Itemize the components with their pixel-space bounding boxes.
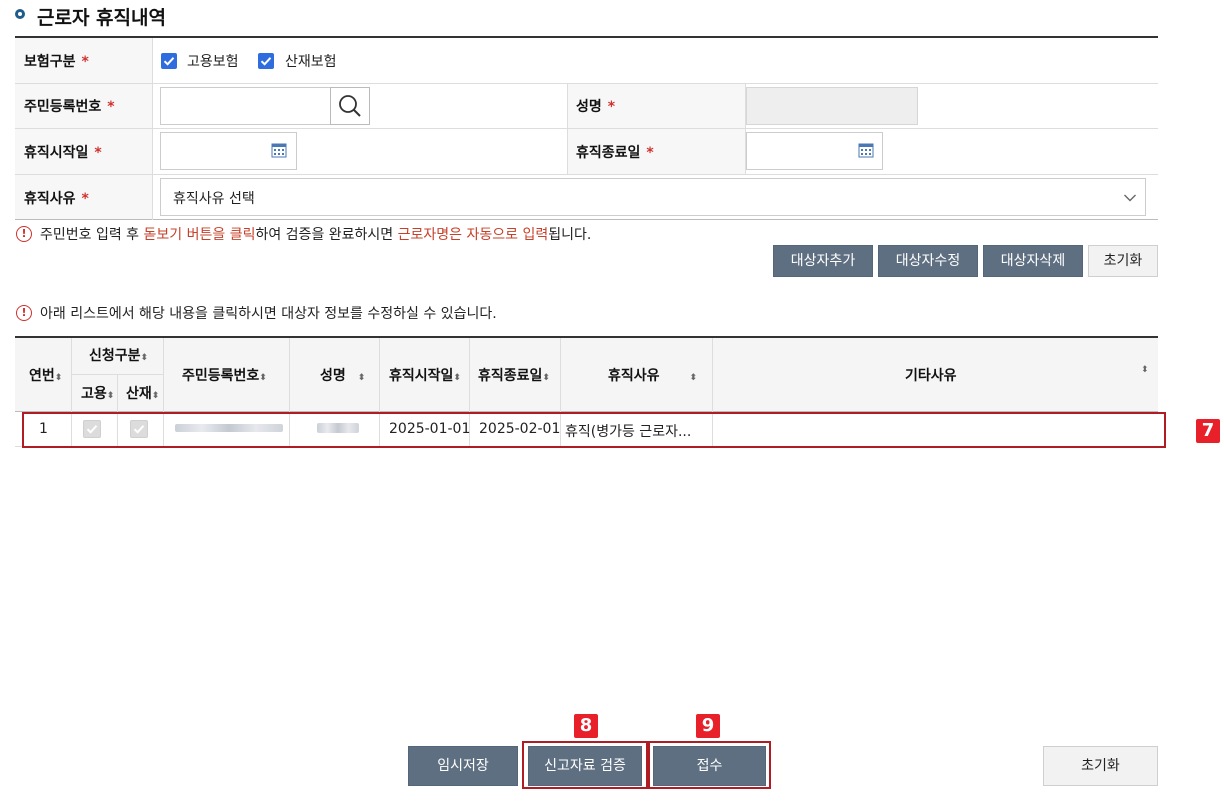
section-title: 근로자 휴직내역 bbox=[37, 7, 166, 29]
col-header-start[interactable]: 휴직시작일⬍ bbox=[389, 365, 461, 385]
annotation-badge-8: 8 bbox=[574, 714, 598, 738]
annotation-badge-9: 9 bbox=[696, 714, 720, 738]
leave-end-label: 휴직종료일 * bbox=[576, 145, 654, 161]
col-header-reason[interactable]: 휴직사유 ⬍ bbox=[608, 365, 697, 385]
delete-target-button[interactable]: 대상자삭제 bbox=[983, 245, 1083, 277]
search-icon bbox=[339, 95, 361, 117]
rrn-label: 주민등록번호 * bbox=[24, 99, 115, 115]
name-label: 성명 * bbox=[576, 99, 616, 115]
employment-insurance-checkbox[interactable] bbox=[161, 53, 177, 69]
col-header-no[interactable]: 연번⬍ bbox=[29, 365, 62, 385]
col-header-rrn[interactable]: 주민등록번호⬍ bbox=[182, 365, 267, 385]
edit-target-button[interactable]: 대상자수정 bbox=[878, 245, 978, 277]
chevron-down-icon bbox=[1124, 194, 1136, 202]
name-input bbox=[746, 87, 918, 125]
add-target-button[interactable]: 대상자추가 bbox=[773, 245, 873, 277]
submit-button[interactable]: 접수 bbox=[653, 746, 766, 786]
insurance-type-label: 보험구분 * bbox=[24, 54, 89, 70]
calendar-icon[interactable] bbox=[858, 142, 874, 158]
verify-report-button[interactable]: 신고자료 검증 bbox=[528, 746, 642, 786]
col-header-other[interactable]: 기타사유 bbox=[905, 365, 957, 385]
reset-all-button[interactable]: 초기화 bbox=[1043, 746, 1158, 786]
col-header-employment[interactable]: 고용⬍ bbox=[81, 383, 114, 403]
rrn-verify-notice: 주민번호 입력 후 돋보기 버튼을 클릭하여 검증을 완료하시면 근로자명은 자… bbox=[40, 227, 592, 243]
leave-reason-select[interactable]: 휴직사유 선택 bbox=[160, 178, 1146, 216]
leave-reason-label: 휴직사유 * bbox=[24, 191, 89, 207]
employment-insurance-label: 고용보험 bbox=[187, 54, 239, 70]
industrial-insurance-checkbox[interactable] bbox=[258, 53, 274, 69]
reset-form-button[interactable]: 초기화 bbox=[1088, 245, 1158, 277]
calendar-icon[interactable] bbox=[271, 142, 287, 158]
col-header-name[interactable]: 성명 ⬍ bbox=[320, 365, 365, 385]
rrn-search-button[interactable] bbox=[330, 87, 370, 125]
temp-save-button[interactable]: 임시저장 bbox=[408, 746, 518, 786]
rrn-input[interactable] bbox=[160, 87, 332, 125]
alert-icon: ! bbox=[16, 226, 32, 242]
col-header-apply-type[interactable]: 신청구분⬍ bbox=[89, 345, 148, 365]
annotation-badge-7: 7 bbox=[1196, 419, 1220, 443]
section-bullet-icon bbox=[15, 9, 25, 19]
sort-icon[interactable]: ⬍ bbox=[1141, 366, 1149, 375]
leave-reason-selected-value: 휴직사유 선택 bbox=[173, 191, 255, 207]
industrial-insurance-label: 산재보험 bbox=[285, 54, 337, 70]
leave-form: 보험구분 * 고용보험 산재보험 주민등록번호 * 성명 * 휴직시작일 * 휴직종료일… bbox=[15, 38, 1158, 220]
leave-start-label: 휴직시작일 * bbox=[24, 145, 102, 161]
list-edit-notice: 아래 리스트에서 해당 내용을 클릭하시면 대상자 정보를 수정하실 수 있습니… bbox=[40, 306, 497, 322]
col-header-end[interactable]: 휴직종료일⬍ bbox=[478, 365, 550, 385]
col-header-industrial[interactable]: 산재⬍ bbox=[126, 383, 159, 403]
row-highlight-box bbox=[22, 412, 1166, 448]
alert-icon: ! bbox=[16, 305, 32, 321]
